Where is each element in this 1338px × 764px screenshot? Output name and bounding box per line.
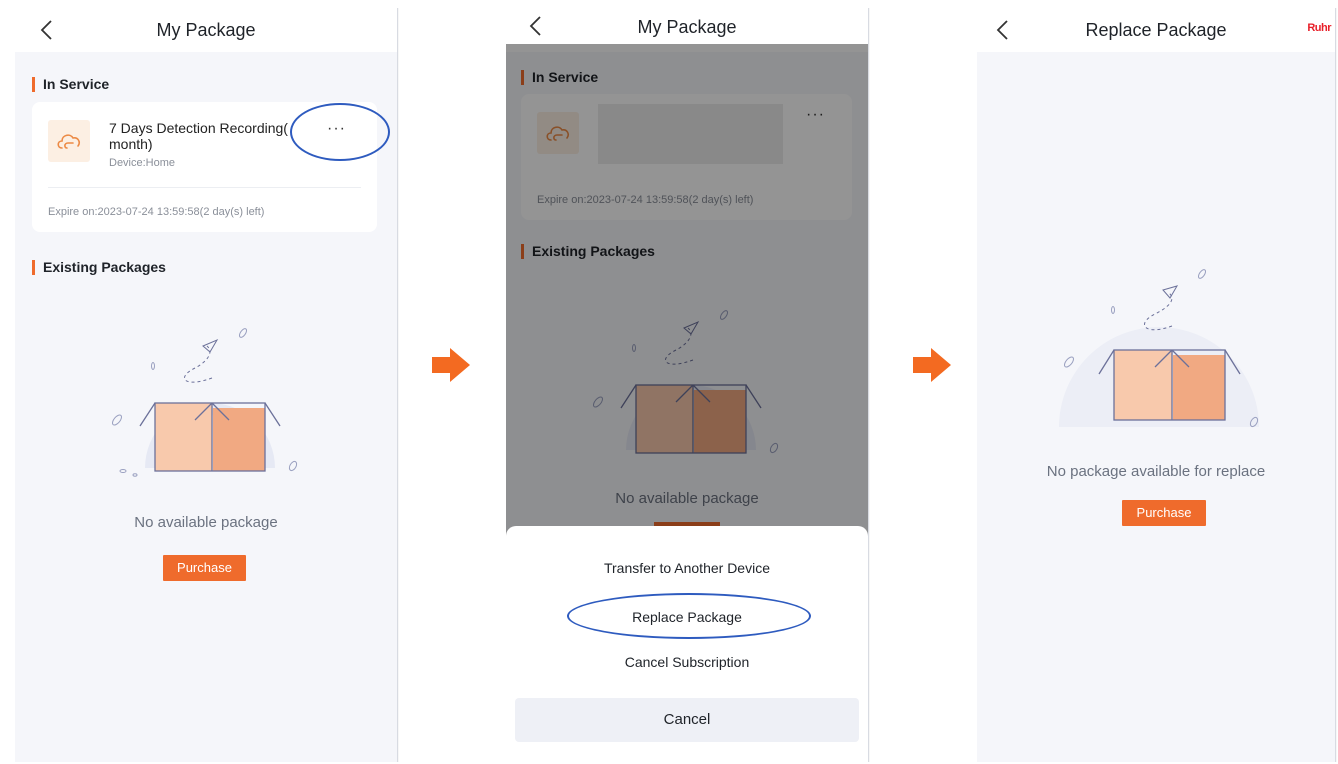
highlight-circle bbox=[567, 593, 811, 639]
cloud-icon bbox=[48, 120, 90, 162]
section-title-in-service: In Service bbox=[32, 76, 109, 92]
package-device: Device:Home bbox=[109, 157, 176, 169]
empty-box-illustration bbox=[1049, 262, 1269, 437]
header-bar: Replace Package Ruhr bbox=[977, 8, 1335, 52]
screen-replace-package: Replace Package Ruhr No package availabl… bbox=[977, 8, 1336, 762]
page-title: My Package bbox=[637, 17, 737, 37]
page-title: My Package bbox=[156, 20, 256, 40]
brand-logo: Ruhr bbox=[1307, 22, 1331, 34]
empty-state-text: No available package bbox=[134, 514, 278, 531]
purchase-button[interactable]: Purchase bbox=[163, 555, 246, 581]
page-title: Replace Package bbox=[1085, 20, 1227, 40]
header-bar: My Package bbox=[15, 8, 397, 52]
arrow-right-icon bbox=[913, 348, 953, 387]
screen-my-package: My Package In Service 7 Days Detection R… bbox=[15, 8, 398, 762]
arrow-right-icon bbox=[432, 348, 472, 387]
purchase-button[interactable]: Purchase bbox=[1122, 500, 1206, 526]
empty-state-text: No package available for replace bbox=[1046, 463, 1266, 480]
sheet-item-cancel-subscription[interactable]: Cancel Subscription bbox=[506, 654, 868, 670]
highlight-circle bbox=[290, 103, 390, 161]
package-name: 7 Days Detection Recording( bbox=[109, 120, 288, 136]
empty-box-illustration bbox=[95, 318, 315, 493]
sheet-item-transfer[interactable]: Transfer to Another Device bbox=[506, 560, 868, 576]
card-divider bbox=[48, 187, 361, 188]
screen-my-package-menu: My Package In Service ··· Expire on:2023… bbox=[506, 8, 869, 762]
section-title-existing: Existing Packages bbox=[32, 259, 166, 275]
package-name-line2: month) bbox=[109, 136, 153, 152]
expire-date: Expire on:2023-07-24 13:59:58(2 day(s) l… bbox=[48, 206, 265, 218]
action-sheet: Transfer to Another Device Replace Packa… bbox=[506, 526, 868, 762]
cancel-button[interactable]: Cancel bbox=[515, 698, 859, 742]
